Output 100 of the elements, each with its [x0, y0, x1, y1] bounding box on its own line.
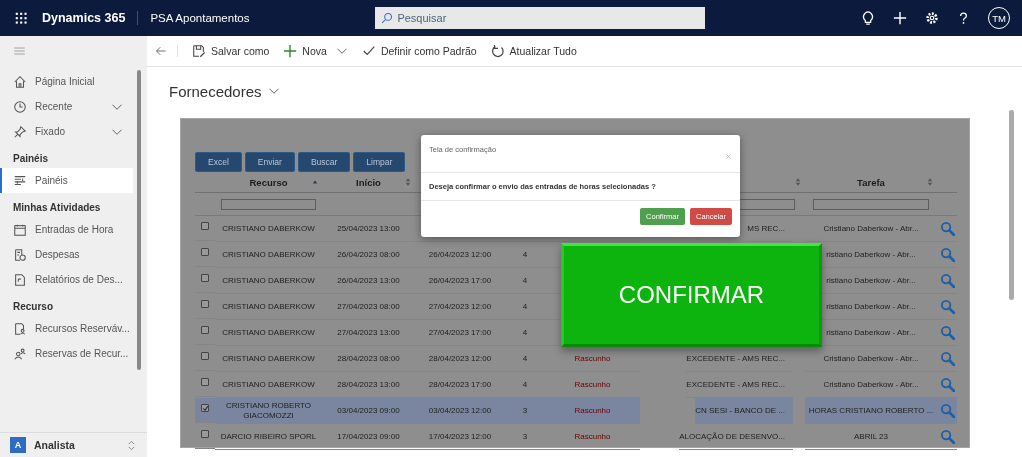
table-cell-text: CRISTIANO ROBERTO GIACOMOZZI — [224, 400, 313, 421]
view-title[interactable]: Fornecedores — [169, 82, 262, 100]
toolbar-button[interactable]: Salvar como — [192, 44, 270, 58]
lightbulb-icon[interactable] — [861, 11, 875, 25]
table-cell: 27/04/2023 12:00 — [428, 302, 492, 311]
table-cell: 4 — [522, 380, 528, 389]
table-cell: 26/04/2023 13:00 — [337, 276, 400, 285]
table-cell: ristiano Daberkow - Abr... — [826, 328, 916, 337]
section-header: Recurso — [12, 300, 54, 314]
table-cell: 28/04/2023 13:00 — [337, 380, 400, 389]
row-checkbox[interactable] — [201, 326, 209, 334]
check-icon — [201, 404, 209, 412]
help-icon[interactable] — [957, 11, 970, 25]
nav-item[interactable]: Página Inicial — [0, 69, 131, 94]
search-icon[interactable] — [939, 429, 955, 444]
table-cell: 4 — [522, 250, 528, 259]
row-checkbox[interactable] — [201, 430, 209, 438]
scrollbar[interactable] — [1009, 110, 1014, 300]
grid-button[interactable]: Enviar — [244, 152, 295, 172]
table-cell: ristiano Daberkow - Abr... — [826, 250, 916, 259]
table-cell: 26/04/2023 08:00 — [337, 250, 400, 259]
plus-icon[interactable] — [893, 11, 907, 25]
search-field[interactable]: Pesquisar — [375, 7, 706, 29]
table-cell: 26/04/2023 12:00 — [428, 250, 492, 259]
app-launcher-icon[interactable] — [14, 11, 28, 25]
section-header: Painéis — [12, 152, 50, 166]
save-icon — [192, 44, 206, 58]
section-header: Minhas Atividades — [12, 201, 102, 215]
table-cell: CRISTIANO DABERKOW — [222, 301, 315, 312]
refresh-icon — [490, 44, 505, 58]
nav-item[interactable]: Entradas de Hora — [0, 217, 131, 242]
table-cell: 17/04/2023 09:00 — [337, 432, 400, 441]
row-checkbox[interactable] — [201, 404, 209, 412]
table-cell: 03/04/2023 09:00 — [337, 406, 400, 415]
table-cell: ABRIL 23 — [854, 432, 888, 441]
area-badge: A — [10, 437, 26, 453]
home-icon — [13, 74, 27, 89]
document-person-icon — [13, 321, 27, 336]
nav-item[interactable]: Painéis — [0, 168, 133, 193]
table-cell: ristiano Daberkow - Abr... — [826, 302, 916, 311]
row-checkbox[interactable] — [201, 300, 209, 308]
row-checkbox[interactable] — [201, 248, 209, 256]
column-header[interactable]: Início — [356, 176, 381, 188]
table-cell: 26/04/2023 17:00 — [428, 276, 492, 285]
row-checkbox[interactable] — [201, 378, 209, 386]
filter-field[interactable] — [221, 198, 316, 210]
row-checkbox[interactable] — [201, 274, 209, 282]
table-cell: 4 — [522, 302, 528, 311]
row-checkbox[interactable] — [201, 222, 209, 230]
table-cell: CN SESI - BANCO DE ... — [695, 406, 785, 415]
search-icon[interactable] — [939, 299, 955, 314]
search-icon[interactable] — [939, 377, 955, 392]
status-text: Rascunho — [574, 406, 611, 415]
nav-item[interactable]: Reservas de Recur... — [0, 341, 131, 366]
grid-button[interactable]: Limpar — [353, 152, 406, 172]
module-name[interactable]: PSA Apontamentos — [138, 12, 376, 24]
nav-item[interactable]: Recursos Reserváv... — [0, 316, 131, 341]
search-icon[interactable] — [939, 325, 955, 340]
menu-icon[interactable] — [13, 45, 26, 57]
search-icon[interactable] — [939, 351, 955, 366]
table-cell: ALOCAÇÃO DE DESENVO... — [679, 432, 785, 441]
table-cell: 4 — [522, 276, 528, 285]
close-icon[interactable] — [725, 153, 732, 160]
clock-icon — [13, 99, 27, 114]
nav-item[interactable]: Fixado — [0, 119, 131, 144]
table-cell: 3 — [522, 432, 528, 441]
nav-item[interactable]: Recente — [0, 94, 131, 119]
table-cell: Cristiano Daberkow - Abr... — [823, 224, 919, 233]
row-checkbox[interactable] — [201, 352, 209, 360]
table-cell: 27/04/2023 17:00 — [428, 328, 492, 337]
search-icon[interactable] — [939, 221, 955, 236]
nav-item[interactable]: Relatórios de Des... — [0, 267, 131, 292]
toolbar-button[interactable]: Atualizar Tudo — [490, 44, 577, 58]
filter-field[interactable] — [812, 198, 930, 210]
sort-ascending-icon[interactable] — [312, 179, 318, 185]
search-icon[interactable] — [939, 403, 955, 418]
up-down-chevron-icon — [126, 439, 137, 451]
table-cell: 25/04/2023 13:00 — [337, 224, 400, 233]
sort-icon[interactable] — [927, 177, 933, 187]
toolbar-button[interactable]: Definir como Padrão — [361, 44, 477, 58]
area-switcher[interactable]: Analista — [34, 439, 75, 451]
search-icon[interactable] — [939, 247, 955, 262]
sort-icon[interactable] — [405, 177, 411, 187]
status-text: Rascunho — [574, 380, 611, 389]
table-cell: 27/04/2023 08:00 — [337, 302, 400, 311]
grid-button[interactable]: Excel — [195, 152, 242, 172]
settings-icon[interactable] — [925, 11, 939, 25]
back-arrow-icon[interactable] — [155, 45, 167, 57]
scrollbar[interactable] — [137, 70, 141, 370]
table-cell: 28/04/2023 17:00 — [428, 380, 492, 389]
table-cell: Cristiano Daberkow - Abr... — [823, 354, 919, 363]
search-icon[interactable] — [939, 273, 955, 288]
nav-item[interactable]: Despesas — [0, 242, 131, 267]
toolbar-button[interactable]: Nova — [283, 44, 348, 58]
app-name[interactable]: Dynamics 365 — [42, 11, 139, 25]
column-header[interactable]: Tarefa — [857, 176, 885, 188]
sort-icon[interactable] — [795, 177, 801, 187]
grid-button[interactable]: Buscar — [297, 152, 351, 172]
column-header[interactable]: Recurso — [249, 176, 288, 188]
table-cell: 03/04/2023 12:00 — [428, 406, 492, 415]
